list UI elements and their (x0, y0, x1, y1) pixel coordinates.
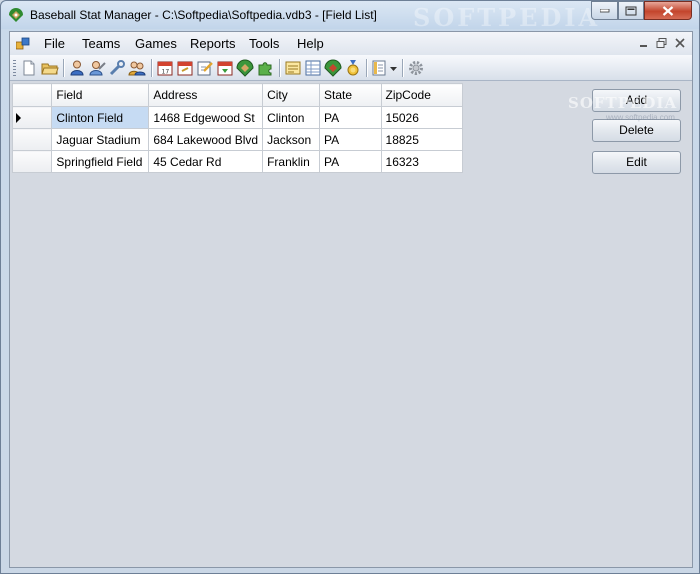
row-header[interactable] (11, 128, 53, 151)
baseball-diamond-icon (9, 8, 23, 22)
mdi-close-icon[interactable] (674, 37, 686, 49)
puzzle-icon[interactable] (256, 59, 274, 77)
cell-state[interactable]: PA (319, 150, 382, 173)
table-row[interactable]: Clinton Field 1468 Edgewood St Clinton P… (11, 106, 464, 129)
report-icon[interactable] (284, 59, 302, 77)
tools-icon[interactable] (108, 59, 126, 77)
column-header-address[interactable]: Address (148, 83, 264, 107)
toolbar-separator (366, 59, 367, 77)
minimize-button[interactable] (591, 1, 618, 20)
row-header[interactable] (11, 106, 53, 129)
window-title: Baseball Stat Manager - C:\Softpedia\Sof… (30, 8, 377, 22)
minimize-icon (599, 8, 609, 12)
player-icon[interactable] (68, 59, 86, 77)
mdi-child-icon (16, 37, 30, 50)
cell-zipcode[interactable]: 16323 (380, 150, 464, 173)
new-document-icon[interactable] (20, 59, 38, 77)
svg-text:17: 17 (162, 69, 170, 76)
cell-field[interactable]: Clinton Field (51, 106, 150, 129)
chevron-down-icon[interactable] (390, 67, 397, 71)
mdi-restore-icon[interactable] (656, 37, 668, 49)
baseball-field-icon[interactable] (236, 59, 254, 77)
table-icon[interactable] (304, 59, 322, 77)
menu-games[interactable]: Games (135, 36, 177, 51)
maximize-button[interactable] (618, 1, 644, 20)
coach-icon[interactable] (88, 59, 106, 77)
toolbar-separator (402, 59, 403, 77)
column-header-state[interactable]: State (319, 83, 382, 107)
field-list-grid: Field Address City State ZipCode Clinton… (11, 83, 464, 173)
column-header-city[interactable]: City (262, 83, 321, 107)
cell-field[interactable]: Springfield Field (51, 150, 150, 173)
cell-city[interactable]: Clinton (262, 106, 321, 129)
team-icon[interactable] (128, 59, 146, 77)
row-header-corner[interactable] (11, 83, 53, 107)
toolbar-separator (151, 59, 152, 77)
cell-city[interactable]: Jackson (262, 128, 321, 151)
cell-field[interactable]: Jaguar Stadium (51, 128, 150, 151)
menu-file[interactable]: File (44, 36, 65, 51)
delete-button[interactable]: Delete (592, 119, 681, 142)
watermark: SOFTPEDIA (413, 3, 601, 32)
close-button[interactable] (644, 1, 692, 20)
cell-address[interactable]: 45 Cedar Rd (148, 150, 264, 173)
table-row[interactable]: Springfield Field 45 Cedar Rd Franklin P… (11, 150, 464, 173)
layout-dropdown-icon[interactable] (371, 59, 389, 77)
table-row[interactable]: Jaguar Stadium 684 Lakewood Blvd Jackson… (11, 128, 464, 151)
client-area: File Teams Games Reports Tools Help 17 F… (9, 31, 693, 568)
menu-teams[interactable]: Teams (82, 36, 120, 51)
menu-bar: File Teams Games Reports Tools Help (10, 32, 692, 55)
cell-state[interactable]: PA (319, 106, 382, 129)
mdi-minimize-icon[interactable] (638, 37, 650, 49)
game-results-icon[interactable] (216, 59, 234, 77)
close-icon (662, 5, 674, 16)
app-window: Baseball Stat Manager - C:\Softpedia\Sof… (0, 0, 700, 574)
column-header-zipcode[interactable]: ZipCode (380, 83, 464, 107)
menu-reports[interactable]: Reports (190, 36, 236, 51)
cell-zipcode[interactable]: 18825 (380, 128, 464, 151)
add-button[interactable]: Add (592, 89, 681, 112)
cell-address[interactable]: 684 Lakewood Blvd (148, 128, 264, 151)
toolbar: 17 (10, 55, 692, 81)
toolbar-separator (279, 59, 280, 77)
title-bar[interactable]: Baseball Stat Manager - C:\Softpedia\Sof… (1, 1, 699, 32)
edit-game-icon[interactable] (196, 59, 214, 77)
settings-icon[interactable] (407, 59, 425, 77)
field-icon[interactable] (324, 59, 342, 77)
menu-help[interactable]: Help (297, 36, 324, 51)
award-icon[interactable] (344, 59, 362, 77)
calendar-icon[interactable]: 17 (156, 59, 174, 77)
edit-button[interactable]: Edit (592, 151, 681, 174)
grid-header-row: Field Address City State ZipCode (11, 83, 464, 107)
column-header-field[interactable]: Field (51, 83, 150, 107)
maximize-icon (625, 6, 637, 15)
cell-state[interactable]: PA (319, 128, 382, 151)
cell-city[interactable]: Franklin (262, 150, 321, 173)
row-header[interactable] (11, 150, 53, 173)
open-folder-icon[interactable] (41, 59, 59, 77)
menu-tools[interactable]: Tools (249, 36, 279, 51)
cell-zipcode[interactable]: 15026 (380, 106, 464, 129)
toolbar-separator (63, 59, 64, 77)
cell-address[interactable]: 1468 Edgewood St (148, 106, 264, 129)
toolbar-grip[interactable] (13, 60, 16, 76)
schedule-icon[interactable] (176, 59, 194, 77)
current-row-indicator (16, 113, 21, 123)
